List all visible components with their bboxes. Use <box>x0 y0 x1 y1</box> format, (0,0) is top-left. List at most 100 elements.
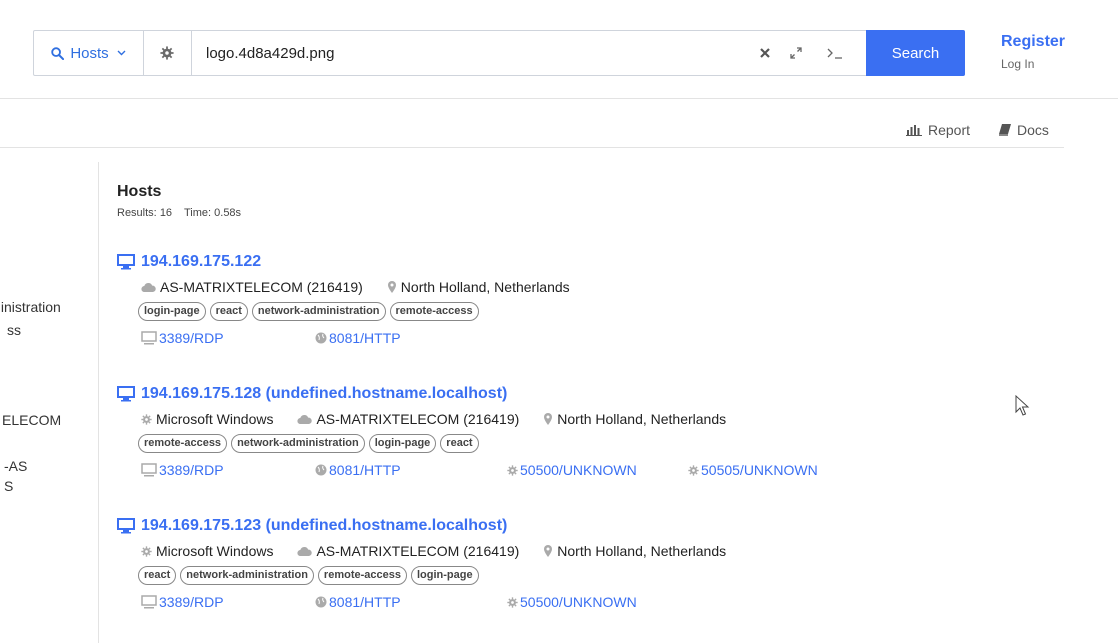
sidebar-fragment[interactable]: ss <box>7 322 21 338</box>
divider <box>0 147 1064 148</box>
tag[interactable]: remote-access <box>317 566 407 585</box>
port-label: 50500/UNKNOWN <box>520 462 637 478</box>
tag[interactable]: remote-access <box>138 434 228 453</box>
port-label: 8081/HTTP <box>329 462 401 478</box>
monitor-icon <box>117 254 135 270</box>
tag-list: remote-access network-administration log… <box>138 434 479 453</box>
tag[interactable]: react <box>209 302 248 321</box>
globe-icon <box>315 464 327 476</box>
port-label: 3389/RDP <box>159 594 224 610</box>
time-label: Time: <box>183 207 212 219</box>
port-link[interactable]: 8081/HTTP <box>315 330 401 346</box>
gear-icon <box>141 413 152 425</box>
cloud-icon <box>297 415 313 424</box>
tag-list: react network-administration remote-acce… <box>138 566 479 585</box>
tag[interactable]: network-administration <box>231 434 365 453</box>
asn-label: AS-MATRIXTELECOM (216419) <box>316 411 520 427</box>
port-link[interactable]: 3389/RDP <box>141 330 224 346</box>
asn: AS-MATRIXTELECOM (216419) <box>297 543 519 559</box>
asn-label: AS-MATRIXTELECOM (216419) <box>160 279 363 295</box>
search-bar: Hosts Search <box>33 30 965 76</box>
sidebar-fragment[interactable]: ELECOM <box>2 412 61 428</box>
host-link[interactable]: 194.169.175.122 <box>117 251 1017 273</box>
book-icon <box>999 124 1011 136</box>
search-icon <box>51 46 65 60</box>
location-label: North Holland, Netherlands <box>557 543 727 559</box>
chevron-down-icon <box>117 50 126 56</box>
tag[interactable]: react <box>440 434 479 453</box>
monitor-icon <box>141 595 157 609</box>
globe-icon <box>315 596 327 608</box>
host-ip: 194.169.175.122 <box>141 253 262 270</box>
os: Microsoft Windows <box>141 543 273 559</box>
tag[interactable]: login-page <box>410 566 479 585</box>
location: North Holland, Netherlands <box>543 411 726 427</box>
register-link[interactable]: Register <box>1001 33 1065 51</box>
map-pin-icon <box>544 545 553 557</box>
location-label: North Holland, Netherlands <box>400 279 570 295</box>
sidebar-fragment[interactable]: :inistration <box>0 299 61 315</box>
settings-button[interactable] <box>143 31 192 75</box>
scope-dropdown[interactable]: Hosts <box>34 31 144 75</box>
report-label: Report <box>928 122 971 138</box>
tag[interactable]: network-administration <box>251 302 386 321</box>
cloud-icon <box>297 547 313 556</box>
results-count: 16 <box>159 207 173 219</box>
port-link[interactable]: 50500/UNKNOWN <box>507 462 637 478</box>
monitor-icon <box>117 518 135 534</box>
result-item: 194.169.175.122 AS-MATRIXTELECOM (216419… <box>117 251 1017 346</box>
host-ip: 194.169.175.128 (undefined.hostname.loca… <box>141 385 508 402</box>
location: North Holland, Netherlands <box>387 279 570 295</box>
top-bar: Hosts Search Register Log In <box>0 0 1118 99</box>
map-pin-icon <box>544 413 553 425</box>
expand-button[interactable] <box>786 31 806 75</box>
sidebar-fragment[interactable]: -AS <box>4 458 27 474</box>
map-pin-icon <box>387 281 396 293</box>
mouse-cursor-icon <box>1015 395 1030 416</box>
docs-link[interactable]: Docs <box>999 122 1049 138</box>
sidebar-divider <box>98 162 99 643</box>
os-label: Microsoft Windows <box>156 543 274 559</box>
asn: AS-MATRIXTELECOM (216419) <box>297 411 519 427</box>
port-link[interactable]: 8081/HTTP <box>315 462 401 478</box>
os-label: Microsoft Windows <box>156 411 274 427</box>
bar-chart-icon <box>906 125 922 136</box>
port-link[interactable]: 50500/UNKNOWN <box>507 594 637 610</box>
gear-icon <box>141 545 152 557</box>
asn-label: AS-MATRIXTELECOM (216419) <box>316 543 520 559</box>
location: North Holland, Netherlands <box>543 543 726 559</box>
port-label: 50505/UNKNOWN <box>701 462 818 478</box>
sidebar-fragment[interactable]: S <box>4 478 13 494</box>
host-link[interactable]: 194.169.175.123 (undefined.hostname.loca… <box>117 515 1017 537</box>
tag[interactable]: login-page <box>138 302 206 321</box>
tag[interactable]: login-page <box>368 434 437 453</box>
port-link[interactable]: 8081/HTTP <box>315 594 401 610</box>
tag-list: login-page react network-administration … <box>138 302 479 321</box>
tag[interactable]: react <box>138 566 177 585</box>
monitor-icon <box>117 386 135 402</box>
terminal-button[interactable] <box>824 31 846 75</box>
results-meta: Results: 16 Time: 0.58s <box>117 207 241 219</box>
asn: AS-MATRIXTELECOM (216419) <box>141 279 363 295</box>
gear-icon <box>688 464 699 476</box>
host-link[interactable]: 194.169.175.128 (undefined.hostname.loca… <box>117 383 1017 405</box>
cloud-icon <box>141 283 156 292</box>
port-link[interactable]: 3389/RDP <box>141 594 224 610</box>
port-label: 8081/HTTP <box>329 594 401 610</box>
tag[interactable]: remote-access <box>389 302 479 321</box>
report-link[interactable]: Report <box>906 122 970 138</box>
clear-button[interactable] <box>756 31 774 75</box>
port-link[interactable]: 50505/UNKNOWN <box>688 462 818 478</box>
search-button[interactable]: Search <box>866 30 965 76</box>
gear-icon <box>160 46 174 60</box>
time-value: 0.58s <box>214 207 242 219</box>
login-link[interactable]: Log In <box>1001 57 1034 71</box>
tag[interactable]: network-administration <box>180 566 314 585</box>
search-input[interactable] <box>206 31 726 75</box>
gear-icon <box>507 464 518 476</box>
host-info: Microsoft Windows AS-MATRIXTELECOM (2164… <box>141 543 750 559</box>
gear-icon <box>507 596 518 608</box>
port-link[interactable]: 3389/RDP <box>141 462 224 478</box>
docs-label: Docs <box>1017 122 1049 138</box>
port-label: 3389/RDP <box>159 462 224 478</box>
